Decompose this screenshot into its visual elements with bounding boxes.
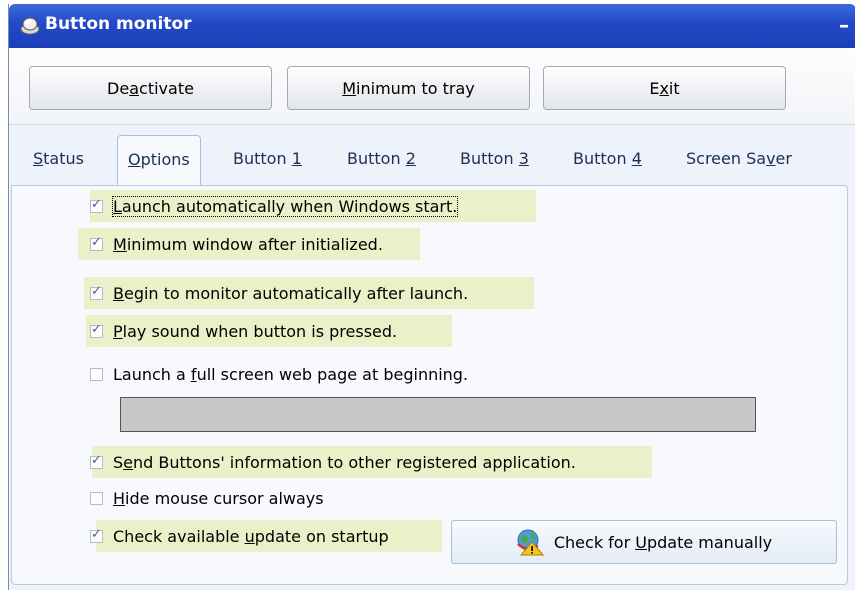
window-title: Button monitor	[45, 14, 192, 34]
checkbox-check-update[interactable]	[90, 527, 103, 543]
option-label: Check available update on startup	[113, 526, 389, 546]
tab-options[interactable]: Options	[117, 135, 201, 185]
checkbox-begin-monitor[interactable]	[90, 284, 103, 300]
min-tray-label-post: inimum to tray	[356, 78, 475, 98]
title-bar[interactable]: Button monitor –	[9, 4, 855, 48]
exit-label-post: it	[668, 78, 680, 98]
tab-button-3[interactable]: Button 3	[460, 149, 529, 168]
exit-label-key: x	[659, 78, 669, 98]
checkbox-hide-cursor[interactable]	[90, 491, 103, 505]
tab-strip: Status Options Button 1 Button 2 Button …	[9, 135, 855, 185]
exit-button[interactable]: Ex it	[543, 66, 786, 110]
exit-label-pre: E	[649, 78, 660, 98]
option-label: Minimum window after initialized.	[113, 234, 383, 254]
checkbox-play-sound[interactable]	[90, 322, 103, 338]
option-label: Send Buttons' information to other regis…	[113, 452, 576, 472]
toolbar: De a ctivate Minimum to tray Ex it	[9, 48, 855, 125]
option-label: Play sound when button is pressed.	[113, 321, 398, 341]
update-globe-icon	[516, 529, 544, 556]
deactivate-label-key: a	[129, 78, 140, 98]
tab-button-4[interactable]: Button 4	[573, 149, 642, 168]
tab-screen-saver[interactable]: Screen Saver	[686, 149, 792, 168]
option-hide-cursor[interactable]: Hide mouse cursor always	[90, 482, 390, 514]
option-label: Begin to monitor automatically after lau…	[113, 283, 469, 303]
checkbox-full-screen-web[interactable]	[90, 367, 103, 381]
web-page-url-field[interactable]	[120, 397, 756, 432]
app-window: Button monitor – De a ctivate Minimum to t…	[8, 4, 855, 590]
check-update-manually-button[interactable]: Check for Update manually	[451, 520, 837, 564]
option-label: Launch a full screen web page at beginni…	[113, 364, 469, 384]
option-begin-monitor[interactable]: Begin to monitor automatically after lau…	[84, 277, 534, 309]
option-send-info[interactable]: Send Buttons' information to other regis…	[90, 446, 652, 478]
option-label: Launch automatically when Windows start.	[111, 195, 459, 217]
checkbox-launch-automatically[interactable]	[90, 197, 103, 213]
checkbox-send-info[interactable]	[90, 453, 103, 469]
tab-button-1[interactable]: Button 1	[233, 149, 302, 168]
tab-container: Status Options Button 1 Button 2 Button …	[9, 125, 855, 590]
minimize-button[interactable]: –	[834, 15, 854, 35]
option-play-sound[interactable]: Play sound when button is pressed.	[86, 315, 452, 347]
option-minimum-window[interactable]: Minimum window after initialized.	[78, 228, 420, 260]
deactivate-label-pre: De	[107, 78, 130, 98]
app-icon	[20, 17, 40, 35]
option-launch-automatically[interactable]: Launch automatically when Windows start.	[90, 190, 536, 222]
check-update-label: Check for Update manually	[553, 532, 773, 552]
options-panel: Launch automatically when Windows start.…	[11, 185, 848, 585]
option-label: Hide mouse cursor always	[113, 488, 324, 508]
option-full-screen-web[interactable]: Launch a full screen web page at beginni…	[90, 358, 540, 390]
option-check-update[interactable]: Check available update on startup	[90, 520, 442, 552]
tab-button-2[interactable]: Button 2	[347, 149, 416, 168]
deactivate-label-post: ctivate	[139, 78, 194, 98]
minimum-to-tray-button[interactable]: Minimum to tray	[287, 66, 530, 110]
checkbox-minimum-window[interactable]	[90, 235, 103, 251]
min-tray-label-key: M	[342, 78, 357, 98]
deactivate-button[interactable]: De a ctivate	[29, 66, 272, 110]
tab-status[interactable]: Status	[33, 149, 84, 168]
